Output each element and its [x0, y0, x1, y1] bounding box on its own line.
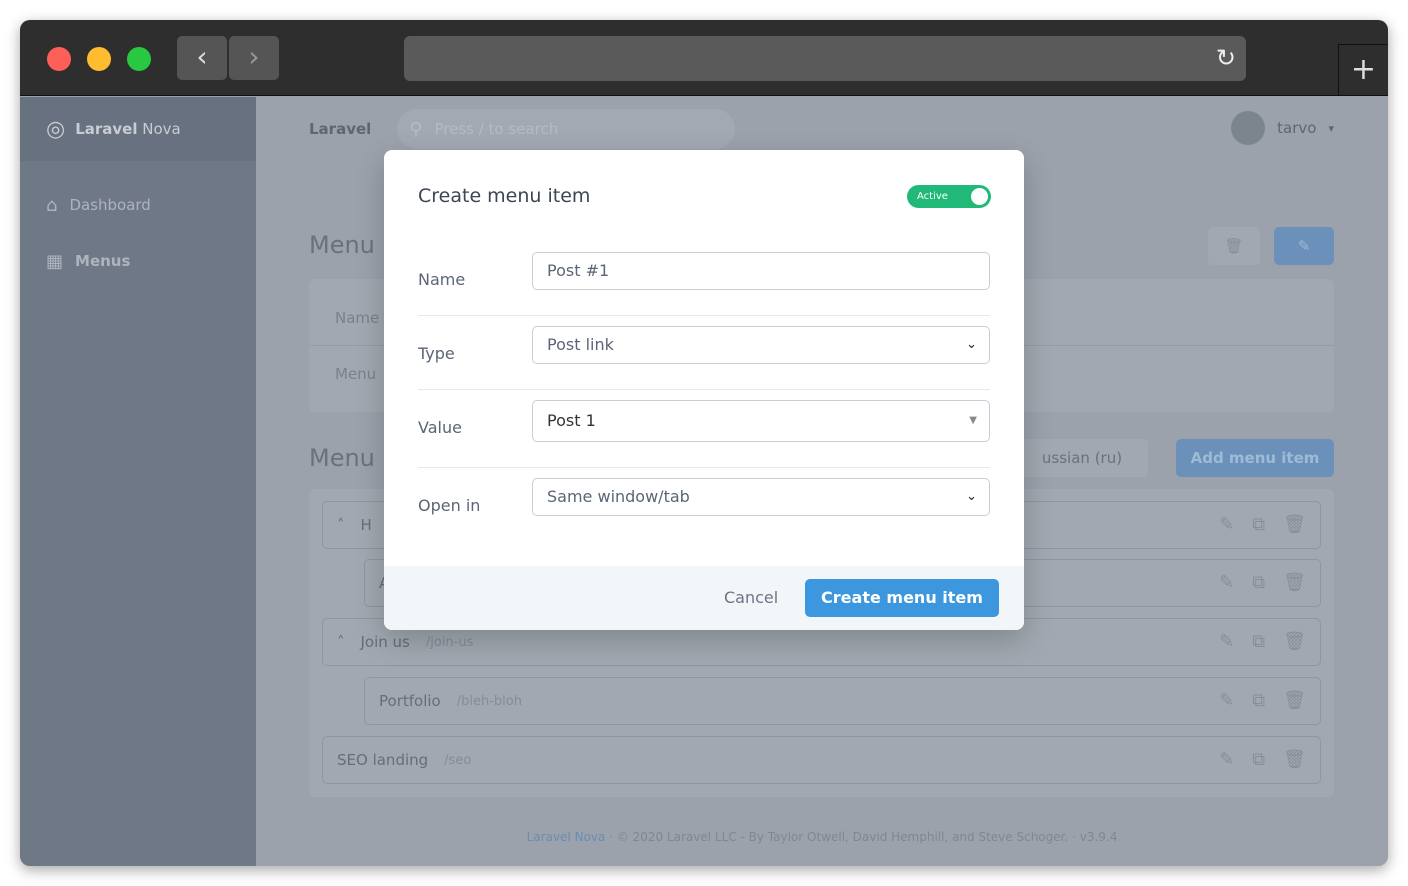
caret-down-icon: ▼ [969, 415, 977, 426]
trash-icon[interactable]: 🗑 [1283, 631, 1306, 652]
item-path: /join-us [425, 634, 474, 650]
back-button[interactable]: ‹ [177, 36, 227, 80]
edit-icon[interactable]: ✎ [1219, 631, 1234, 652]
edit-icon: ✎ [1297, 237, 1311, 255]
item-name: SEO landing [337, 751, 429, 769]
search-input[interactable]: ⚲ Press / to search [397, 109, 736, 149]
value-field: Value Post 1 ▼ [418, 390, 990, 468]
sidebar-item-dashboard[interactable]: ⌂ Dashboard [20, 177, 256, 233]
duplicate-icon[interactable]: ⧉ [1252, 572, 1265, 593]
field-label: Type [418, 344, 455, 363]
avatar [1231, 111, 1266, 145]
item-name: Join us [360, 633, 410, 651]
reload-icon[interactable]: ↻ [1216, 44, 1236, 72]
new-tab-button[interactable]: + [1338, 44, 1388, 96]
open-in-field: Open in Same window/tab ⌄ [418, 468, 990, 542]
item-name: H [360, 516, 372, 534]
trash-icon[interactable]: 🗑 [1283, 749, 1306, 770]
create-menu-item-modal: Create menu item Active Name Post #1 Type… [384, 150, 1024, 630]
edit-icon[interactable]: ✎ [1219, 690, 1234, 711]
field-label: Value [418, 418, 462, 437]
forward-button[interactable]: › [229, 36, 279, 80]
footer-text: · © 2020 Laravel LLC - By Taylor Otwell,… [609, 830, 1118, 844]
item-name: Portfolio [379, 692, 441, 710]
add-menu-item-button[interactable]: Add menu item [1176, 439, 1334, 477]
open-in-select[interactable]: Same window/tab ⌄ [532, 478, 990, 516]
trash-icon[interactable]: 🗑 [1283, 514, 1306, 535]
chevron-up-icon[interactable]: ˄ [337, 516, 345, 534]
brand-bold: Laravel [75, 120, 138, 138]
field-label: Open in [418, 496, 481, 515]
trash-icon[interactable]: 🗑 [1283, 572, 1306, 593]
duplicate-icon[interactable]: ⧉ [1252, 514, 1265, 535]
create-menu-item-button[interactable]: Create menu item [805, 579, 999, 617]
section-title: Menu i [309, 444, 390, 472]
edit-icon[interactable]: ✎ [1219, 514, 1234, 535]
select-value: Same window/tab [547, 487, 690, 506]
user-menu[interactable]: tarvo ▾ [1231, 111, 1334, 145]
trash-icon: 🗑 [1224, 237, 1244, 255]
toggle-label: Active [917, 191, 948, 202]
search-icon: ⚲ [409, 118, 423, 140]
sidebar-item-label: Dashboard [69, 196, 151, 214]
name-field: Name Post #1 [418, 242, 990, 316]
chevron-down-icon: ⌄ [966, 489, 977, 504]
home-icon: ⌂ [46, 194, 58, 216]
modal-title: Create menu item [418, 185, 591, 207]
detail-label: Menu [335, 365, 377, 383]
minimize-window-button[interactable] [87, 47, 111, 71]
brand-light: Nova [142, 120, 181, 138]
toggle-knob [971, 188, 988, 205]
brand-logo[interactable]: ◎ Laravel Nova [20, 97, 256, 161]
address-bar[interactable]: ↻ [404, 36, 1246, 81]
edit-icon[interactable]: ✎ [1219, 749, 1234, 770]
type-select[interactable]: Post link ⌄ [532, 326, 990, 364]
sidebar-item-menus[interactable]: ▦ Menus [20, 233, 256, 289]
maximize-window-button[interactable] [127, 47, 151, 71]
item-path: /bleh-bloh [456, 693, 522, 709]
footer-link[interactable]: Laravel Nova [527, 830, 606, 844]
delete-button[interactable]: 🗑 [1208, 227, 1260, 265]
name-input[interactable]: Post #1 [532, 252, 990, 290]
value-select[interactable]: Post 1 ▼ [532, 400, 990, 442]
grid-icon: ▦ [46, 250, 64, 272]
modal-footer: Cancel Create menu item [384, 566, 1024, 630]
list-item[interactable]: Portfolio/bleh-bloh ✎ ⧉ 🗑 [364, 677, 1321, 725]
search-placeholder: Press / to search [434, 120, 559, 138]
locale-select[interactable]: ussian (ru) [1016, 439, 1148, 477]
chevron-down-icon: ▾ [1328, 121, 1334, 135]
browser-titlebar: ‹ › ↻ + [20, 20, 1388, 96]
detail-label: Name [335, 309, 380, 327]
cancel-button[interactable]: Cancel [724, 588, 778, 607]
edit-icon[interactable]: ✎ [1219, 572, 1234, 593]
page-title: Menu I [309, 231, 390, 259]
nova-logo-icon: ◎ [46, 116, 66, 142]
close-window-button[interactable] [47, 47, 71, 71]
chevron-down-icon: ⌄ [966, 337, 977, 352]
active-toggle[interactable]: Active [907, 185, 991, 208]
item-path: /seo [444, 752, 472, 768]
breadcrumb[interactable]: Laravel [309, 120, 371, 138]
footer: Laravel Nova · © 2020 Laravel LLC - By T… [256, 830, 1388, 844]
edit-button[interactable]: ✎ [1274, 227, 1334, 265]
sidebar-item-label: Menus [75, 252, 131, 270]
duplicate-icon[interactable]: ⧉ [1252, 631, 1265, 652]
list-item[interactable]: SEO landing/seo ✎ ⧉ 🗑 [322, 736, 1321, 784]
sidebar: ◎ Laravel Nova ⌂ Dashboard ▦ Menus [20, 97, 256, 866]
select-value: Post 1 [547, 411, 596, 430]
user-name: tarvo [1277, 119, 1317, 137]
duplicate-icon[interactable]: ⧉ [1252, 749, 1265, 770]
select-value: Post link [547, 335, 614, 354]
chevron-up-icon[interactable]: ˄ [337, 633, 345, 651]
field-label: Name [418, 270, 466, 289]
trash-icon[interactable]: 🗑 [1283, 690, 1306, 711]
duplicate-icon[interactable]: ⧉ [1252, 690, 1265, 711]
type-field: Type Post link ⌄ [418, 316, 990, 390]
